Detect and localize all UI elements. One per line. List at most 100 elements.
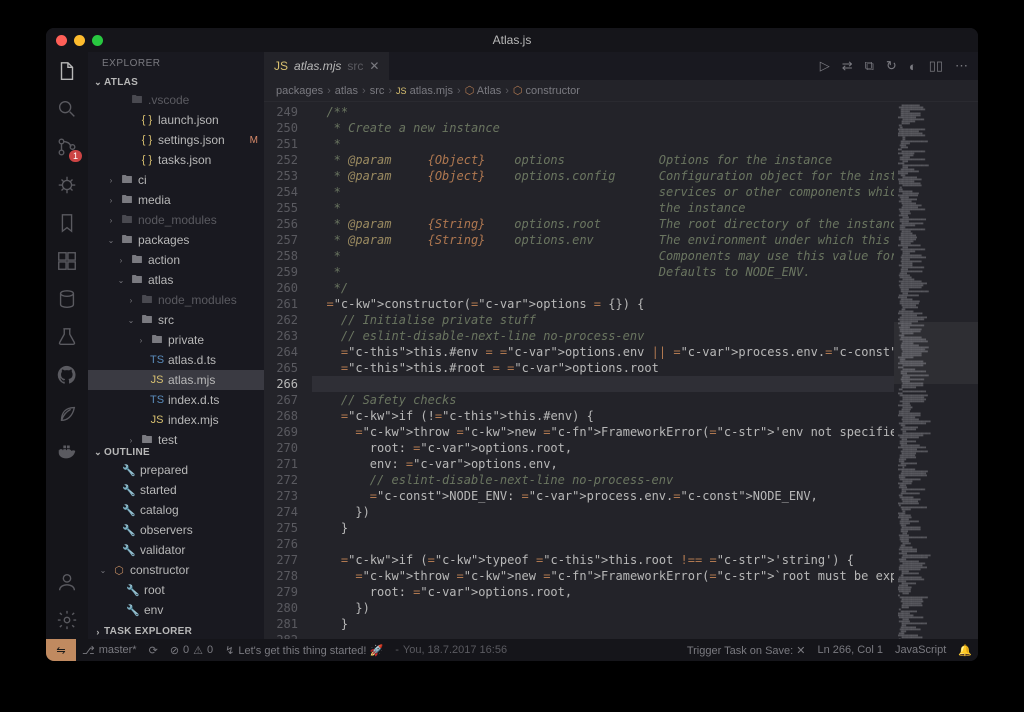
run-icon[interactable]: ▷ [820,58,830,74]
tab-label: atlas.mjs [294,59,341,73]
tree-item-atlas-d-ts[interactable]: TSatlas.d.ts [88,350,264,370]
gear-icon[interactable] [56,609,78,631]
status-branch[interactable]: ⎇master* [76,644,143,657]
crumb-packages[interactable]: packages [276,85,323,97]
folder-open-icon: 🖿 [120,231,134,250]
tab-atlas-mjs[interactable]: JS atlas.mjs src ✕ [264,52,389,80]
tree-label: src [158,313,174,327]
outline-item-env[interactable]: 🔧env [88,600,264,620]
crumb-constructor[interactable]: ⬡ constructor [513,84,580,97]
sidebar: EXPLORER ⌄ ATLAS 🖿.vscode{ }launch.json{… [88,52,264,639]
beaker-icon[interactable] [56,326,78,348]
status-cursor[interactable]: Ln 266, Col 1 [812,644,889,657]
section-atlas[interactable]: ⌄ ATLAS [88,75,264,90]
source-control-icon[interactable]: 1 [56,136,78,158]
status-lang[interactable]: JavaScript [889,644,952,657]
ts-icon: TS [150,354,164,366]
split-icon[interactable]: ▯▯ [929,58,943,74]
chevron-icon: › [126,296,136,305]
outline-item-started[interactable]: 🔧started [88,480,264,500]
breadcrumb[interactable]: packages›atlas›src›JS atlas.mjs›⬡ Atlas›… [264,80,978,102]
tree-item-action[interactable]: ›🖿action [88,250,264,270]
outline-item-root[interactable]: 🔧root [88,580,264,600]
outline-item-validator[interactable]: 🔧validator [88,540,264,560]
folder-open-icon: 🖿 [130,271,144,290]
status-rocket[interactable]: ↯ Let's get this thing started! 🚀 [219,644,389,657]
tree-label: node_modules [158,293,237,307]
folder-icon: 🖿 [130,91,144,110]
outline-label: validator [140,543,185,557]
tree-item-ci[interactable]: ›🖿ci [88,170,264,190]
database-icon[interactable] [56,288,78,310]
status-problems[interactable]: ⊘ 0 ⚠ 0 [164,644,219,657]
section-tasks[interactable]: › TASK EXPLORER [88,624,264,639]
chevron-icon: ⌄ [116,276,126,285]
tree-label: test [158,433,177,445]
diff-icon[interactable]: ⧉ [865,58,874,74]
outline-item-observers[interactable]: 🔧observers [88,520,264,540]
property-icon: 🔧 [122,524,136,537]
tree-item-node-modules[interactable]: ›🖿node_modules [88,210,264,230]
tree-label: index.d.ts [168,393,219,407]
tree-item-atlas[interactable]: ⌄🖿atlas [88,270,264,290]
account-icon[interactable] [56,571,78,593]
tree-label: atlas.mjs [168,373,215,387]
activity-bar: 1 [46,52,88,639]
refresh-icon[interactable]: ↻ [886,58,897,74]
outline-item-constructor[interactable]: ⌄⬡constructor [88,560,264,580]
github-icon[interactable] [56,364,78,386]
crumb-src[interactable]: src [370,85,385,97]
outline-item-prepared[interactable]: 🔧prepared [88,460,264,480]
gutter: 2492502512522532542552562572582592602612… [264,102,312,639]
tree-item-src[interactable]: ⌄🖿src [88,310,264,330]
more-icon[interactable]: ⋯ [955,58,968,74]
leaf-icon[interactable] [56,402,78,424]
branch-icon: ⎇ [82,644,95,657]
docker-icon[interactable] [56,440,78,462]
property-icon: 🔧 [122,504,136,517]
close-icon[interactable]: ✕ [369,59,379,73]
remote-icon[interactable]: ⇋ [46,639,76,661]
outline-label: catalog [140,503,179,517]
tree-item-private[interactable]: ›🖿private [88,330,264,350]
crumb-atlas[interactable]: atlas [335,85,358,97]
tree-item-test[interactable]: ›🖿test [88,430,264,445]
code-editor[interactable]: /** * Create a new instance * * @param {… [312,102,894,639]
chevron-icon: › [116,256,126,265]
tree-item-packages[interactable]: ⌄🖿packages [88,230,264,250]
folder-icon: 🖿 [120,191,134,210]
tree-label: packages [138,233,189,247]
window-title: Atlas.js [46,33,978,47]
tree-label: launch.json [158,113,219,127]
section-outline[interactable]: ⌄ OUTLINE [88,445,264,460]
outline-item-catalog[interactable]: 🔧 catalog [88,500,264,520]
debug-icon[interactable] [56,174,78,196]
crumb-atlas.mjs[interactable]: JS atlas.mjs [396,85,453,97]
bookmarks-icon[interactable] [56,212,78,234]
folder-icon: 🖿 [120,211,134,230]
tree-item--vscode[interactable]: 🖿.vscode [88,90,264,110]
tree-item-settings-json[interactable]: { }settings.jsonM [88,130,264,150]
compare-icon[interactable]: ⇄ [842,58,853,74]
files-icon[interactable] [56,60,78,82]
tree-item-media[interactable]: ›🖿media [88,190,264,210]
tree-item-launch-json[interactable]: { } launch.json [88,110,264,130]
bell-icon[interactable]: 🔔 [952,644,978,657]
tree-item-node-modules[interactable]: ›🖿node_modules [88,290,264,310]
tree-label: ci [138,173,147,187]
tree-item-tasks-json[interactable]: { }tasks.json [88,150,264,170]
color-icon[interactable]: ◐ [909,59,917,74]
status-sync[interactable]: ⟳ [143,644,164,657]
minimap[interactable]: ████████████████████ ███████████████████… [894,102,978,639]
tree-item-index-d-ts[interactable]: TSindex.d.ts [88,390,264,410]
extensions-icon[interactable] [56,250,78,272]
tree-item-index-mjs[interactable]: JSindex.mjs [88,410,264,430]
chevron-right-icon: › [92,627,104,637]
tree-label: settings.json [158,133,225,147]
crumb-Atlas[interactable]: ⬡ Atlas [465,84,502,97]
tree-item-atlas-mjs[interactable]: JSatlas.mjs [88,370,264,390]
status-trigger[interactable]: Trigger Task on Save: ✕ [681,644,812,657]
json-icon: { } [140,114,154,126]
search-icon[interactable] [56,98,78,120]
outline-label: constructor [130,563,189,577]
